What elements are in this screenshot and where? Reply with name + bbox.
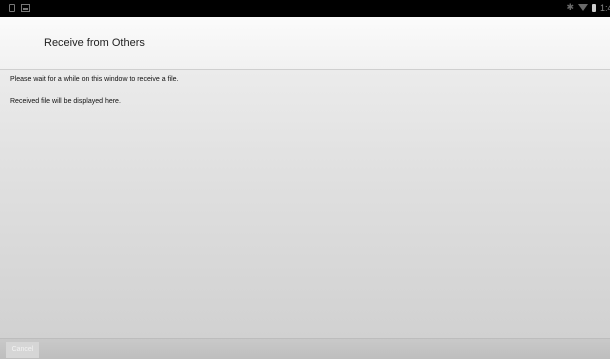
battery-icon (592, 3, 596, 12)
notification-icon (9, 4, 15, 12)
wait-message: Please wait for a while on this window t… (10, 76, 179, 83)
content-area: Please wait for a while on this window t… (10, 76, 178, 105)
bluetooth-icon: ✱ (566, 2, 574, 12)
title-bar: Receive from Others (0, 17, 610, 70)
wifi-icon (578, 4, 588, 11)
cancel-button[interactable]: Cancel (6, 342, 39, 358)
page-title: Receive from Others (44, 37, 145, 49)
status-bar-right: ✱ 1:4 (566, 2, 610, 13)
status-bar-left (9, 4, 30, 12)
image-icon (21, 4, 30, 12)
status-time: 1:4 (600, 2, 610, 13)
status-bar: ✱ 1:4 (0, 0, 610, 17)
received-file-message: Received file will be displayed here. (10, 98, 121, 105)
device-screen: ✱ 1:4 Receive from Others Please wait fo… (0, 0, 610, 359)
bottom-bar: Cancel (0, 338, 610, 359)
app-window: Receive from Others Please wait for a wh… (0, 17, 610, 359)
